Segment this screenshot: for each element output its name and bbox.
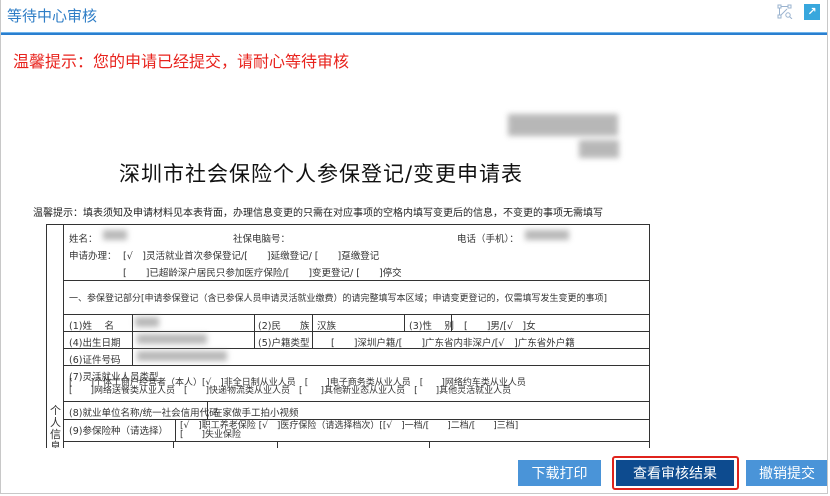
redacted-value <box>135 317 159 327</box>
field-hukou: (5)户籍类型 <box>258 338 310 349</box>
action-bar: 下载打印 查看审核结果 撤销提交 <box>1 448 827 493</box>
apply-line1: [√ ]灵活就业首次参保登记/[ ]延缴登记/ [ ]趸缴登记 <box>123 251 380 262</box>
apply-label: 申请办理： <box>69 251 117 262</box>
employer-value: 在家做手工拍小视频 <box>213 408 299 419</box>
field-gender: (3)性 别 <box>409 321 454 332</box>
window-title: 等待中心审核 <box>7 7 98 25</box>
apply-line2: [ ]已超龄深户居民只参加医疗保险/[ ]变更登记/ [ ]停交 <box>123 268 402 279</box>
view-review-result-button[interactable]: 查看审核结果 <box>616 460 734 486</box>
field-birthdate: (4)出生日期 <box>69 338 121 349</box>
application-form-table: 个人信息及 姓名： 社保电脑号： 电话（手机）： 申请办理： [√ ]灵活就业首… <box>46 224 650 465</box>
title-divider <box>1 32 827 35</box>
document-hint: 温馨提示：填表须知及申请材料见本表背面，办理信息变更的只需在对应事项的空格内填写… <box>33 208 603 219</box>
gender-value: [ ]男/[√ ]女 <box>464 321 536 332</box>
ethnicity-value: 汉族 <box>317 321 337 332</box>
redacted-value <box>137 334 207 344</box>
section1-text: 一、参保登记部分[申请参保登记（含已参保人员申请灵活就业缴费）的请完整填写本区域… <box>69 294 608 304</box>
revoke-submission-button[interactable]: 撤销提交 <box>746 460 827 486</box>
field-employer: (8)就业单位名称/统一社会信用代码 <box>69 408 219 419</box>
notice-text: 温馨提示：您的申请已经提交，请耐心等待审核 <box>13 52 350 71</box>
download-print-button[interactable]: 下载打印 <box>518 460 601 486</box>
field-id-number: (6)证件号码 <box>69 355 121 366</box>
redacted-name <box>103 230 127 240</box>
hukou-value: [ ]深圳户籍/[ ]广东省内非深户/[√ ]广东省外户籍 <box>331 338 575 349</box>
redacted-code <box>579 140 619 158</box>
workflow-search-icon[interactable] <box>777 4 793 19</box>
redacted-value <box>137 351 227 361</box>
field-name: (1)姓 名 <box>69 321 114 332</box>
ss-label: 社保电脑号： <box>233 234 291 245</box>
insurance-line2: [ ]失业保险 <box>180 430 242 440</box>
redacted-phone <box>525 230 569 240</box>
phone-label: 电话（手机）： <box>457 234 519 245</box>
field-ethnicity: (2)民 族 <box>258 321 310 332</box>
redacted-barcode <box>508 114 618 136</box>
name-label: 姓名： <box>69 234 98 245</box>
field-insurance-type: (9)参保险种（请选择） <box>69 426 168 437</box>
employment-type-line2: [ ]网络送餐类从业人员 [ ]快递物流类从业人员 [ ]其他新业态从业人员 [… <box>69 386 512 396</box>
external-link-icon[interactable]: ↗ <box>804 4 820 20</box>
document-title: 深圳市社会保险个人参保登记/变更申请表 <box>118 162 524 186</box>
pending-review-window: 等待中心审核 ↗ 温馨提示：您的申请已经提交，请耐心等待审核 深圳市社会保险个人… <box>0 0 828 494</box>
